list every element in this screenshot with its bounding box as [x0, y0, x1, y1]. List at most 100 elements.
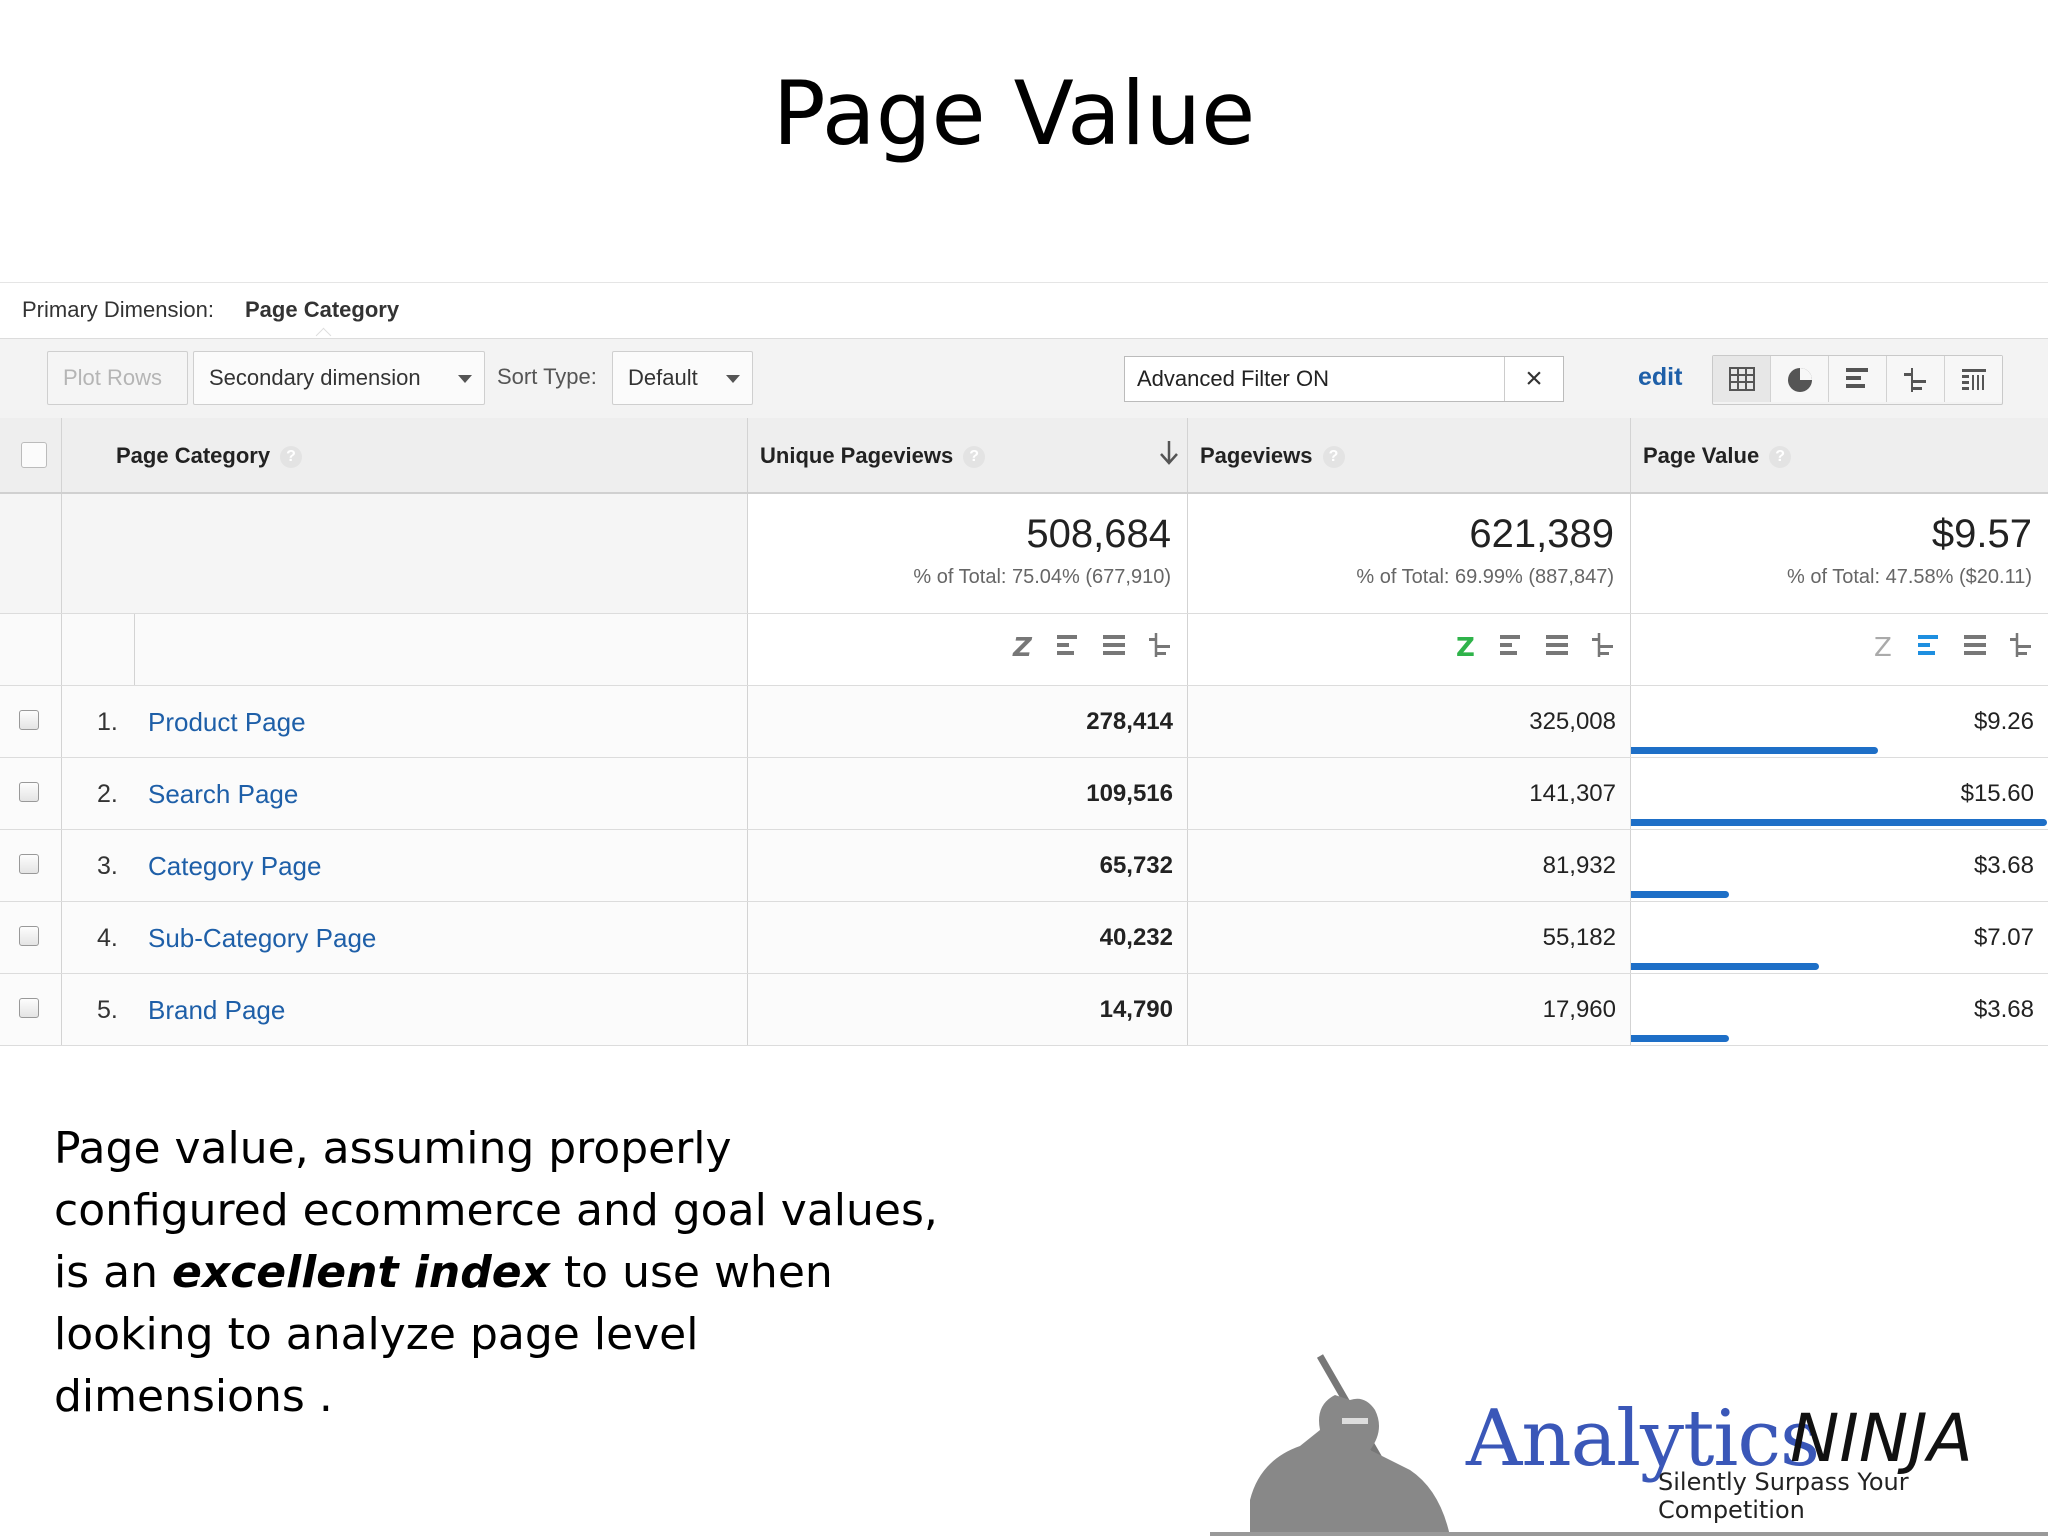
row-pageviews: 81,932: [1187, 830, 1630, 901]
plot-rows-button[interactable]: Plot Rows: [47, 351, 188, 405]
row-category-link[interactable]: Search Page: [148, 758, 298, 830]
row-unique-pageviews: 278,414: [747, 686, 1187, 757]
primary-dimension-bar: Primary Dimension: Page Category: [0, 282, 2048, 344]
table-row[interactable]: 1. Product Page 278,414 325,008 $9.26: [0, 686, 2048, 758]
header-page-value-label: Page Value: [1643, 443, 1760, 468]
total-unique-pageviews-pct: % of Total: 75.04% (677,910): [913, 566, 1171, 588]
row-page-value: $7.07: [1630, 902, 2048, 973]
help-icon[interactable]: ?: [963, 446, 986, 469]
primary-dimension-page-category[interactable]: Page Category: [245, 297, 399, 323]
report-panel: Primary Dimension: Page Category Plot Ro…: [0, 282, 2048, 1046]
row-pageviews-value: 325,008: [1529, 708, 1616, 735]
advanced-filter-field[interactable]: Advanced Filter ON ×: [1124, 356, 1564, 402]
secondary-dimension-label: Secondary dimension: [209, 365, 421, 390]
row-page-value: $15.60: [1630, 758, 2048, 829]
row-pageviews-value: 55,182: [1542, 924, 1616, 951]
totals-blank-cell: [61, 494, 747, 613]
row-page-value-value: $3.68: [1973, 996, 2034, 1023]
row-number: 1.: [97, 708, 118, 736]
sort-type-dropdown[interactable]: Default: [612, 351, 753, 405]
percentage-bars-icon[interactable]: [1498, 632, 1524, 658]
row-pageviews: 141,307: [1187, 758, 1630, 829]
total-page-value-value: $9.57: [1931, 512, 2032, 556]
header-page-category-label: Page Category: [116, 443, 271, 468]
table-view-icon[interactable]: [1713, 356, 1770, 402]
edit-filter-link[interactable]: edit: [1638, 351, 1682, 403]
help-icon[interactable]: ?: [1322, 446, 1345, 469]
header-page-category[interactable]: Page Category?: [61, 418, 747, 492]
row-pageviews-value: 81,932: [1542, 852, 1616, 879]
pivot-z-icon[interactable]: Z: [1011, 632, 1035, 660]
help-icon[interactable]: ?: [1769, 446, 1792, 469]
comparison-bars-icon[interactable]: [1147, 632, 1173, 658]
chevron-down-icon: [726, 375, 740, 383]
header-unique-pageviews[interactable]: Unique Pageviews?: [747, 418, 1187, 492]
total-unique-pageviews-value: 508,684: [1026, 512, 1171, 556]
table-row[interactable]: 3. Category Page 65,732 81,932 $3.68: [0, 830, 2048, 902]
options-blank-cell: [0, 614, 61, 685]
table-row[interactable]: 5. Brand Page 14,790 17,960 $3.68: [0, 974, 2048, 1046]
header-page-value[interactable]: Page Value?: [1630, 418, 2048, 492]
report-toolbar: Plot Rows Secondary dimension Sort Type:…: [0, 338, 2048, 420]
row-dimension-cell: 1. Product Page: [61, 686, 747, 757]
close-icon[interactable]: ×: [1504, 357, 1563, 401]
header-pageviews[interactable]: Pageviews?: [1187, 418, 1630, 492]
svg-text:Z: Z: [1456, 633, 1475, 660]
row-checkbox[interactable]: [19, 998, 39, 1018]
row-page-value: $3.68: [1630, 830, 2048, 901]
comparison-bars-icon[interactable]: [1590, 632, 1616, 658]
row-checkbox[interactable]: [19, 926, 39, 946]
pivot-z-icon[interactable]: Z: [1872, 632, 1896, 660]
row-category-link[interactable]: Category Page: [148, 830, 321, 902]
row-pageviews: 325,008: [1187, 686, 1630, 757]
table-header: Page Category? Unique Pageviews? Pagevie…: [0, 418, 2048, 494]
secondary-dimension-dropdown[interactable]: Secondary dimension: [193, 351, 485, 405]
comparison-view-icon[interactable]: [1886, 356, 1944, 402]
performance-view-icon[interactable]: [1828, 356, 1886, 402]
totals-blank-cell: [0, 494, 61, 613]
row-pageviews-value: 141,307: [1529, 780, 1616, 807]
performance-bars-icon[interactable]: [1544, 632, 1570, 658]
row-number: 3.: [97, 852, 118, 880]
page-value-bar: [1631, 963, 1819, 970]
row-category-link[interactable]: Brand Page: [148, 974, 285, 1046]
header-pageviews-label: Pageviews: [1200, 443, 1313, 468]
header-unique-pageviews-label: Unique Pageviews: [760, 443, 954, 468]
help-icon[interactable]: ?: [280, 446, 303, 469]
primary-dimension-label: Primary Dimension:: [22, 297, 214, 322]
advanced-filter-text: Advanced Filter ON: [1137, 366, 1329, 391]
row-pageviews: 17,960: [1187, 974, 1630, 1045]
performance-bars-icon[interactable]: [1962, 632, 1988, 658]
percentage-bars-icon[interactable]: [1916, 632, 1942, 658]
row-dimension-cell: 4. Sub-Category Page: [61, 902, 747, 973]
row-category-link[interactable]: Sub-Category Page: [148, 902, 376, 974]
row-checkbox[interactable]: [19, 854, 39, 874]
view-switcher: [1712, 355, 2003, 405]
table-row[interactable]: 4. Sub-Category Page 40,232 55,182 $7.07: [0, 902, 2048, 974]
row-category-link[interactable]: Product Page: [148, 686, 306, 758]
pie-view-icon[interactable]: [1770, 356, 1828, 402]
performance-bars-icon[interactable]: [1101, 632, 1127, 658]
options-blank-cell: [61, 614, 134, 685]
comparison-bars-icon[interactable]: [2008, 632, 2034, 658]
svg-text:Z: Z: [1874, 633, 1892, 660]
row-checkbox[interactable]: [19, 710, 39, 730]
slide-caption: Page value, assuming properly configured…: [54, 1118, 954, 1428]
table-row[interactable]: 2. Search Page 109,516 141,307 $15.60: [0, 758, 2048, 830]
row-unique-pageviews-value: 40,232: [1099, 924, 1173, 951]
pivot-view-icon[interactable]: [1944, 356, 2002, 402]
row-checkbox[interactable]: [19, 782, 39, 802]
caption-emphasis: excellent index: [171, 1247, 550, 1298]
page-value-bar: [1631, 891, 1729, 898]
sort-type-label: Sort Type:: [497, 364, 597, 389]
logo-tagline: Silently Surpass Your Competition: [1658, 1468, 1909, 1524]
percentage-bars-icon[interactable]: [1055, 632, 1081, 658]
sort-descending-icon: [1160, 441, 1178, 465]
svg-text:Z: Z: [1012, 633, 1033, 660]
pageviews-display-options: Z: [1187, 614, 1630, 685]
row-unique-pageviews: 40,232: [747, 902, 1187, 973]
total-page-value: $9.57 % of Total: 47.58% ($20.11): [1630, 494, 2048, 613]
page-value-display-options: Z: [1630, 614, 2048, 685]
select-all-checkbox[interactable]: [21, 442, 47, 468]
pivot-z-icon[interactable]: Z: [1454, 632, 1478, 660]
